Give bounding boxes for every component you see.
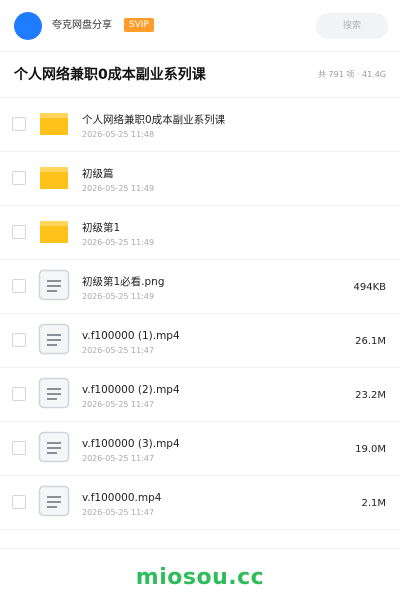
- file-icon: [38, 377, 70, 409]
- file-date: 2026-05-25 11:48: [82, 130, 155, 139]
- file-date: 2026-05-25 11:49: [82, 292, 155, 301]
- top-bar: 夸克网盘分享 SVIP 搜索: [0, 0, 400, 52]
- select-checkbox[interactable]: [12, 171, 26, 185]
- file-row[interactable]: v.f100000 (1).mp4 2026-05-25 11:47 26.1M: [0, 314, 400, 368]
- file-row[interactable]: 个人网络兼职0成本副业系列课 2026-05-25 11:48: [0, 98, 400, 152]
- folder-header: 个人网络兼职0成本副业系列课 共 791 项 · 41.4G: [0, 52, 400, 98]
- file-date: 2026-05-25 11:49: [82, 184, 155, 193]
- file-name: v.f100000.mp4: [82, 492, 162, 504]
- file-name: 个人网络兼职0成本副业系列课: [82, 114, 226, 126]
- folder-icon: [40, 221, 68, 243]
- file-list: 个人网络兼职0成本副业系列课 2026-05-25 11:48 初级篇 2026…: [0, 98, 400, 530]
- file-row[interactable]: 初级第1必看.png 2026-05-25 11:49 494KB: [0, 260, 400, 314]
- file-row[interactable]: 初级第1 2026-05-25 11:49: [0, 206, 400, 260]
- footer: miosou.cc: [0, 548, 400, 600]
- watermark: miosou.cc: [135, 565, 265, 590]
- file-icon: [38, 431, 70, 463]
- select-checkbox[interactable]: [12, 387, 26, 401]
- search-input[interactable]: 搜索: [316, 13, 388, 39]
- file-row[interactable]: 初级篇 2026-05-25 11:49: [0, 152, 400, 206]
- select-checkbox[interactable]: [12, 117, 26, 131]
- owner-name: 夸克网盘分享: [52, 20, 112, 31]
- folder-icon: [40, 167, 68, 189]
- file-row[interactable]: v.f100000 (3).mp4 2026-05-25 11:47 19.0M: [0, 422, 400, 476]
- select-checkbox[interactable]: [12, 495, 26, 509]
- file-icon: [38, 485, 70, 517]
- svip-badge: SVIP: [124, 18, 154, 32]
- folder-icon: [40, 113, 68, 135]
- file-name: v.f100000 (1).mp4: [82, 330, 180, 342]
- file-size: 19.0M: [355, 444, 386, 455]
- file-date: 2026-05-25 11:47: [82, 454, 155, 463]
- file-name: 初级第1: [82, 222, 121, 234]
- file-name: v.f100000 (3).mp4: [82, 438, 180, 450]
- file-row[interactable]: v.f100000.mp4 2026-05-25 11:47 2.1M: [0, 476, 400, 530]
- file-icon: [38, 323, 70, 355]
- file-date: 2026-05-25 11:47: [82, 346, 155, 355]
- select-checkbox[interactable]: [12, 225, 26, 239]
- select-checkbox[interactable]: [12, 279, 26, 293]
- file-size: 23.2M: [355, 390, 386, 401]
- file-size: 494KB: [353, 282, 386, 293]
- folder-summary: 共 791 项 · 41.4G: [318, 70, 386, 79]
- file-size: 26.1M: [355, 336, 386, 347]
- avatar[interactable]: [14, 12, 42, 40]
- file-date: 2026-05-25 11:47: [82, 400, 155, 409]
- file-name: 初级第1必看.png: [82, 276, 165, 288]
- select-checkbox[interactable]: [12, 333, 26, 347]
- file-name: v.f100000 (2).mp4: [82, 384, 180, 396]
- page-title: 个人网络兼职0成本副业系列课: [14, 67, 206, 83]
- file-row[interactable]: v.f100000 (2).mp4 2026-05-25 11:47 23.2M: [0, 368, 400, 422]
- file-name: 初级篇: [82, 168, 114, 180]
- file-date: 2026-05-25 11:49: [82, 238, 155, 247]
- file-icon: [38, 269, 70, 301]
- file-date: 2026-05-25 11:47: [82, 508, 155, 517]
- select-checkbox[interactable]: [12, 441, 26, 455]
- file-size: 2.1M: [361, 498, 386, 509]
